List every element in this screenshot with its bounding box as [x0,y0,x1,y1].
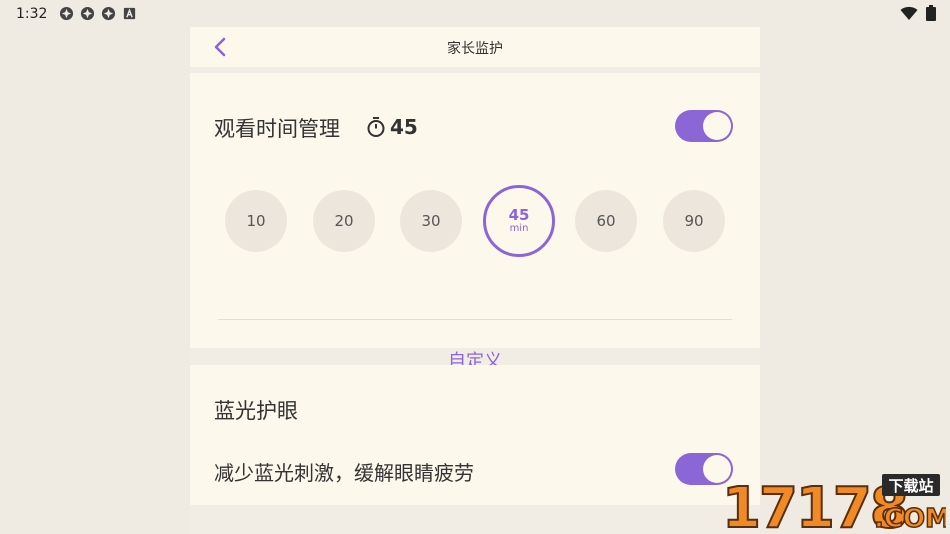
watch-time-toggle[interactable] [675,110,733,142]
watch-time-card: 观看时间管理 45 10 20 30 45 min 60 90 自定义 [190,73,760,372]
blue-light-card: 蓝光护眼 减少蓝光刺激，缓解眼睛疲劳 [190,365,760,505]
notification-app-icon [60,6,74,21]
time-option-unit: min [509,223,529,234]
watch-time-current: 45 [366,115,418,139]
time-option-10[interactable]: 10 [225,190,287,252]
notification-app-icon [102,6,116,21]
top-app-bar: 家长监护 [190,27,760,67]
blue-light-title: 蓝光护眼 [214,399,298,423]
divider [218,319,732,320]
site-watermark-logo: 17178 下载站 .COM [722,474,946,532]
time-option-60[interactable]: 60 [575,190,637,252]
page-title: 家长监护 [447,41,503,57]
battery-icon [926,5,936,21]
time-option-20[interactable]: 20 [313,190,375,252]
time-option-90[interactable]: 90 [663,190,725,252]
status-time: 1:32 [16,5,48,22]
time-option-value: 45 [508,206,530,224]
status-right [900,5,936,21]
wifi-icon [900,6,918,20]
parental-control-panel: 家长监护 观看时间管理 45 10 20 30 45 min 60 90 自定义… [190,27,760,534]
time-option-45-selected[interactable]: 45 min [483,185,555,257]
notification-icons [59,6,137,21]
notification-a-icon [124,7,136,20]
time-option-30[interactable]: 30 [400,190,462,252]
watch-time-label: 观看时间管理 [214,117,340,141]
watch-time-value: 45 [390,115,418,139]
watermark-suffix: .COM [874,504,946,532]
timer-icon [367,117,385,137]
toggle-knob [703,112,731,140]
notification-app-icon [81,6,95,21]
status-bar: 1:32 [0,0,950,27]
blue-light-description: 减少蓝光刺激，缓解眼睛疲劳 [214,461,474,485]
watermark-badge: 下载站 [888,477,933,495]
